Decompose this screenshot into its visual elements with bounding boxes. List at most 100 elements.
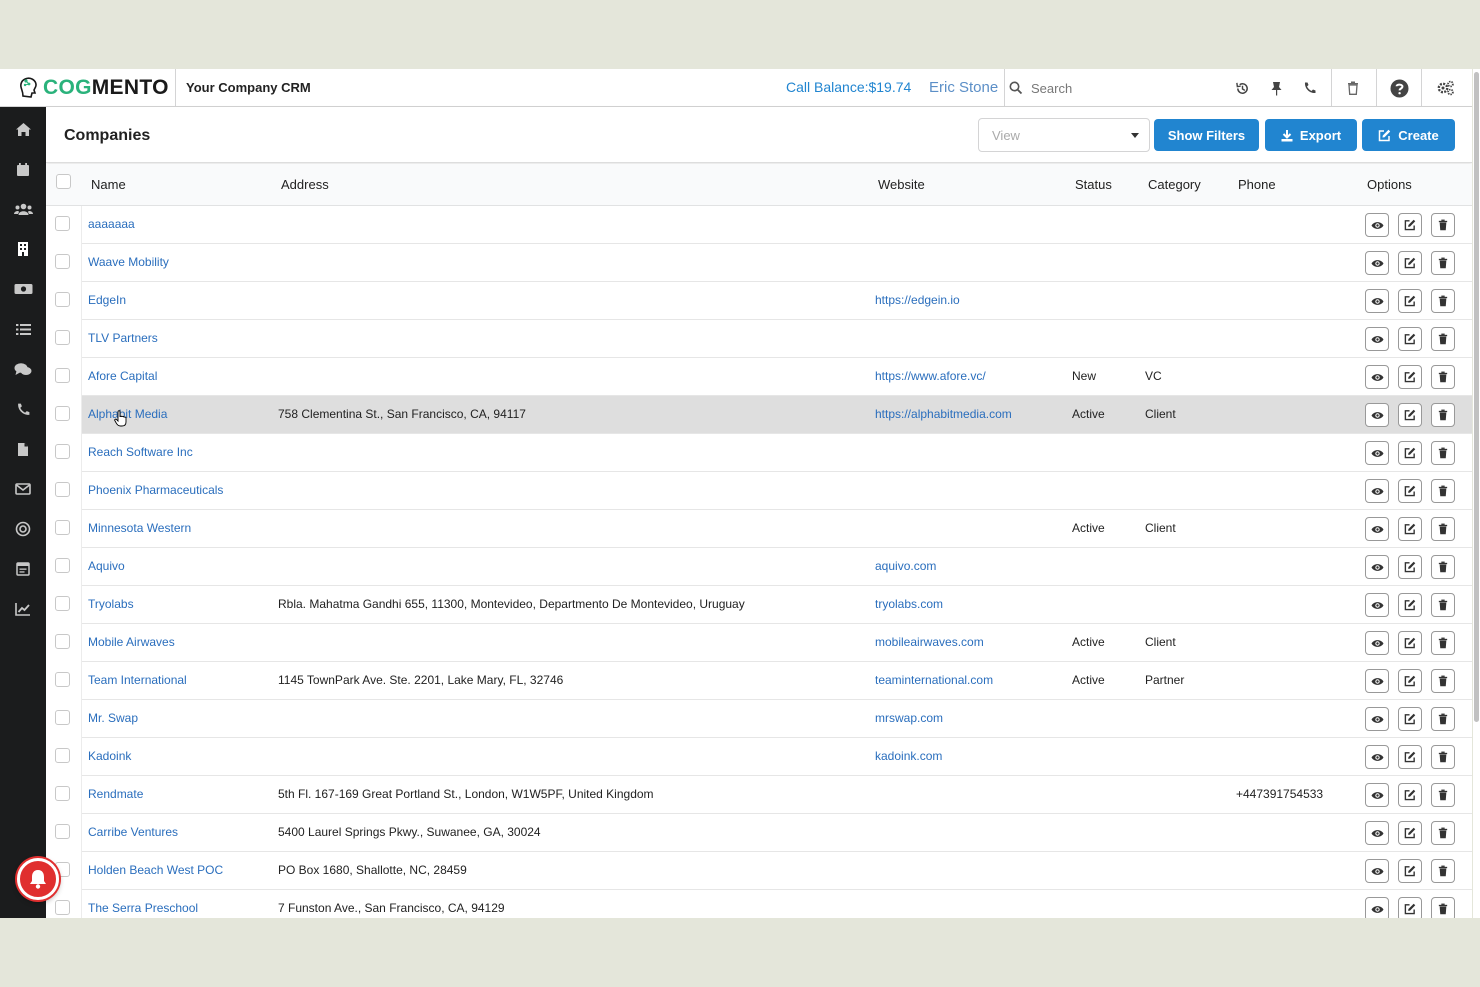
- view-button[interactable]: [1365, 859, 1389, 883]
- table-row[interactable]: Team International 1145 TownPark Ave. Ste…: [46, 662, 1472, 700]
- company-website-link[interactable]: aquivo.com: [875, 559, 936, 573]
- edit-button[interactable]: [1398, 669, 1422, 693]
- calls-icon[interactable]: [13, 399, 33, 419]
- delete-button[interactable]: [1431, 251, 1455, 275]
- delete-button[interactable]: [1431, 365, 1455, 389]
- delete-button[interactable]: [1431, 669, 1455, 693]
- calendar-icon[interactable]: [13, 159, 33, 179]
- row-checkbox[interactable]: [55, 672, 70, 687]
- view-button[interactable]: [1365, 555, 1389, 579]
- edit-button[interactable]: [1398, 441, 1422, 465]
- table-row[interactable]: Alphabit Media 758 Clementina St., San Fr…: [46, 396, 1472, 434]
- row-checkbox[interactable]: [55, 710, 70, 725]
- table-row[interactable]: Waave Mobility: [46, 244, 1472, 282]
- company-website-link[interactable]: mobileairwaves.com: [875, 635, 984, 649]
- row-checkbox[interactable]: [55, 520, 70, 535]
- delete-button[interactable]: [1431, 859, 1455, 883]
- view-button[interactable]: [1365, 251, 1389, 275]
- campaigns-icon[interactable]: [13, 519, 33, 539]
- edit-button[interactable]: [1398, 213, 1422, 237]
- table-row[interactable]: Afore Capital https://www.afore.vc/New VC: [46, 358, 1472, 396]
- delete-button[interactable]: [1431, 555, 1455, 579]
- view-select[interactable]: View: [978, 118, 1150, 152]
- delete-button[interactable]: [1431, 745, 1455, 769]
- user-name[interactable]: Eric Stone: [929, 79, 998, 96]
- cases-icon[interactable]: [13, 359, 33, 379]
- row-checkbox[interactable]: [55, 254, 70, 269]
- company-name-link[interactable]: Kadoink: [88, 749, 131, 763]
- show-filters-button[interactable]: Show Filters: [1154, 119, 1259, 151]
- view-button[interactable]: [1365, 517, 1389, 541]
- company-name-link[interactable]: EdgeIn: [88, 293, 126, 307]
- documents-icon[interactable]: [13, 439, 33, 459]
- view-button[interactable]: [1365, 289, 1389, 313]
- row-checkbox[interactable]: [55, 634, 70, 649]
- edit-button[interactable]: [1398, 783, 1422, 807]
- edit-button[interactable]: [1398, 517, 1422, 541]
- company-name-link[interactable]: Carribe Ventures: [88, 825, 178, 839]
- delete-button[interactable]: [1431, 517, 1455, 541]
- row-checkbox[interactable]: [55, 482, 70, 497]
- edit-button[interactable]: [1398, 593, 1422, 617]
- column-header-category[interactable]: Category: [1148, 177, 1201, 192]
- table-row[interactable]: Holden Beach West POC PO Box 1680, Shallo…: [46, 852, 1472, 890]
- company-name-link[interactable]: Holden Beach West POC: [88, 863, 223, 877]
- delete-button[interactable]: [1431, 213, 1455, 237]
- view-button[interactable]: [1365, 593, 1389, 617]
- row-checkbox[interactable]: [55, 748, 70, 763]
- row-checkbox[interactable]: [55, 558, 70, 573]
- edit-button[interactable]: [1398, 859, 1422, 883]
- delete-button[interactable]: [1431, 593, 1455, 617]
- phone-icon[interactable]: [1293, 69, 1327, 107]
- view-button[interactable]: [1365, 479, 1389, 503]
- trash-icon[interactable]: [1336, 69, 1370, 107]
- company-website-link[interactable]: kadoink.com: [875, 749, 942, 763]
- delete-button[interactable]: [1431, 821, 1455, 845]
- delete-button[interactable]: [1431, 707, 1455, 731]
- view-button[interactable]: [1365, 327, 1389, 351]
- row-checkbox[interactable]: [55, 292, 70, 307]
- view-button[interactable]: [1365, 897, 1389, 918]
- company-name-link[interactable]: Afore Capital: [88, 369, 157, 383]
- table-row[interactable]: Mobile Airwaves mobileairwaves.com Active C…: [46, 624, 1472, 662]
- forms-icon[interactable]: [13, 559, 33, 579]
- logo[interactable]: COGMENTO: [0, 69, 176, 107]
- company-website-link[interactable]: tryolabs.com: [875, 597, 943, 611]
- scrollbar-thumb[interactable]: [1474, 72, 1479, 722]
- company-website-link[interactable]: teaminternational.com: [875, 673, 993, 687]
- companies-icon[interactable]: [13, 239, 33, 259]
- edit-button[interactable]: [1398, 821, 1422, 845]
- view-button[interactable]: [1365, 821, 1389, 845]
- edit-button[interactable]: [1398, 707, 1422, 731]
- column-header-name[interactable]: Name: [91, 177, 126, 192]
- row-checkbox[interactable]: [55, 368, 70, 383]
- company-name-link[interactable]: TLV Partners: [88, 331, 158, 345]
- column-header-website[interactable]: Website: [878, 177, 925, 192]
- delete-button[interactable]: [1431, 441, 1455, 465]
- table-row[interactable]: Mr. Swap mrswap.com: [46, 700, 1472, 738]
- view-button[interactable]: [1365, 745, 1389, 769]
- view-button[interactable]: [1365, 631, 1389, 655]
- company-name-link[interactable]: The Serra Preschool: [88, 901, 198, 915]
- edit-button[interactable]: [1398, 327, 1422, 351]
- column-header-address[interactable]: Address: [281, 177, 329, 192]
- tasks-icon[interactable]: [13, 319, 33, 339]
- table-row[interactable]: Tryolabs Rbla. Mahatma Gandhi 655, 11300,…: [46, 586, 1472, 624]
- table-row[interactable]: Carribe Ventures 5400 Laurel Springs Pkwy…: [46, 814, 1472, 852]
- home-icon[interactable]: [13, 119, 33, 139]
- company-name-link[interactable]: Rendmate: [88, 787, 143, 801]
- settings-icon[interactable]: [1429, 69, 1463, 107]
- company-name-link[interactable]: Waave Mobility: [88, 255, 169, 269]
- view-button[interactable]: [1365, 403, 1389, 427]
- company-website-link[interactable]: https://www.afore.vc/: [875, 369, 986, 383]
- table-row[interactable]: Reach Software Inc: [46, 434, 1472, 472]
- history-icon[interactable]: [1225, 69, 1259, 107]
- table-row[interactable]: EdgeIn https://edgein.io: [46, 282, 1472, 320]
- table-row[interactable]: Rendmate 5th Fl. 167-169 Great Portland S…: [46, 776, 1472, 814]
- call-balance[interactable]: Call Balance:$19.74: [786, 79, 911, 95]
- company-name-link[interactable]: Tryolabs: [88, 597, 134, 611]
- edit-button[interactable]: [1398, 897, 1422, 918]
- view-button[interactable]: [1365, 213, 1389, 237]
- row-checkbox[interactable]: [55, 824, 70, 839]
- company-name-link[interactable]: Phoenix Pharmaceuticals: [88, 483, 223, 497]
